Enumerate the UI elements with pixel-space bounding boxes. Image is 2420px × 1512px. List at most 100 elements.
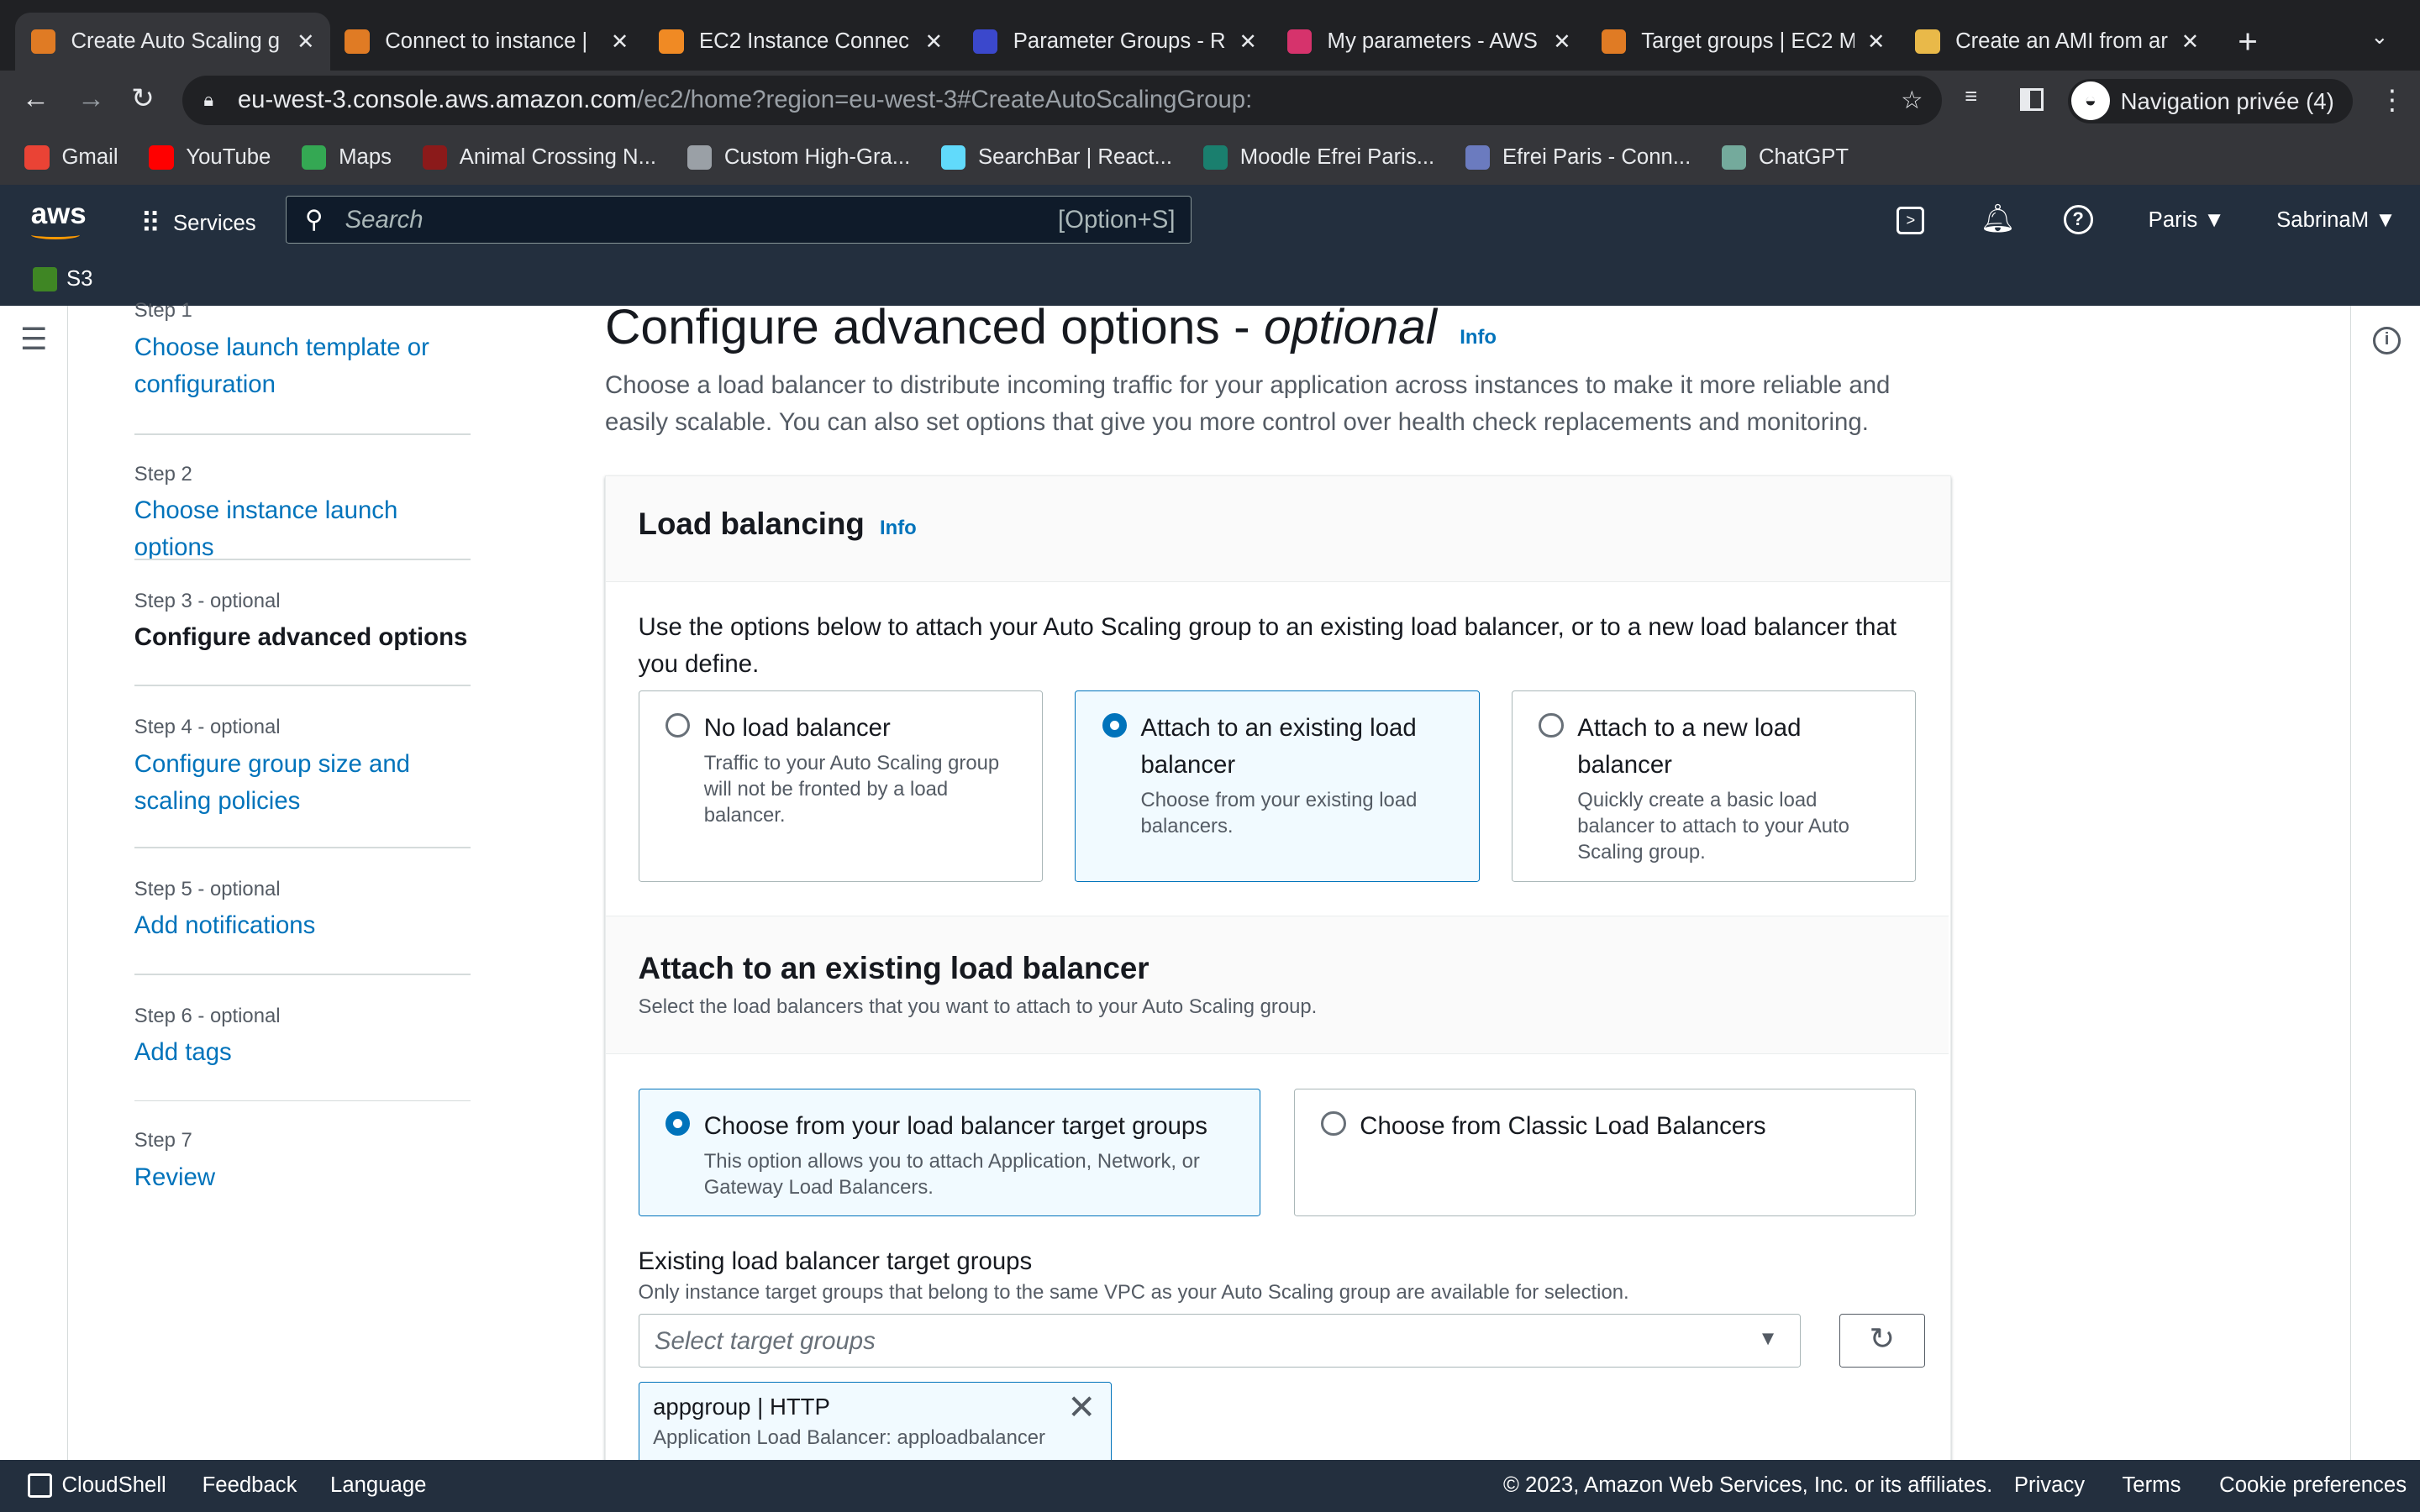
- wizard-step: Step 6 - optional Add tags: [134, 1005, 471, 1071]
- services-label: Services: [173, 211, 256, 235]
- browser-tab[interactable]: Create an AMI from ar ✕: [1900, 13, 2215, 71]
- address-bar[interactable]: 🔒︎ eu-west-3.console.aws.amazon.com/ec2/…: [182, 75, 1942, 125]
- info-link[interactable]: Info: [880, 517, 917, 539]
- tab-close-icon[interactable]: ✕: [925, 29, 944, 55]
- target-groups-select[interactable]: Select target groups ▼: [638, 1314, 1801, 1368]
- step-link[interactable]: Review: [134, 1159, 471, 1196]
- refresh-button[interactable]: ↻: [1839, 1314, 1926, 1368]
- feedback-link[interactable]: Feedback: [203, 1473, 297, 1498]
- tab-close-icon[interactable]: ✕: [2181, 29, 2200, 55]
- radio-button[interactable]: [1539, 712, 1564, 738]
- bookmark-item[interactable]: Animal Crossing N...: [422, 144, 657, 171]
- tab-title: Create Auto Scaling g: [71, 29, 281, 54]
- bookmark-item[interactable]: ChatGPT: [1721, 144, 1849, 171]
- source-option-tile[interactable]: Choose from Classic Load Balancers: [1294, 1088, 1917, 1217]
- browser-menu-icon[interactable]: ⋮: [2378, 83, 2406, 117]
- aws-search-input[interactable]: ⚲ Search [Option+S]: [285, 196, 1192, 244]
- terms-link[interactable]: Terms: [2122, 1473, 2181, 1498]
- bookmark-favicon-icon: [302, 144, 327, 171]
- bookmark-item[interactable]: YouTube: [149, 144, 271, 171]
- bookmark-label: Animal Crossing N...: [459, 144, 657, 169]
- wizard-step: Step 1 Choose launch template or configu…: [134, 299, 471, 403]
- step-divider: [134, 433, 471, 435]
- lb-option-tile[interactable]: No load balancer Traffic to your Auto Sc…: [638, 690, 1043, 882]
- reading-list-icon[interactable]: ≡: [1965, 85, 1977, 109]
- browser-tab[interactable]: Target groups | EC2 M ✕: [1586, 13, 1901, 71]
- back-icon[interactable]: ←: [22, 83, 50, 115]
- bookmark-item[interactable]: Maps: [302, 144, 392, 171]
- new-tab-button[interactable]: +: [2238, 22, 2258, 61]
- profile-chip[interactable]: ◒ Navigation privée (4): [2068, 78, 2353, 123]
- cloudshell-icon[interactable]: >: [1897, 207, 1925, 235]
- radio-button[interactable]: [665, 712, 691, 738]
- account-menu[interactable]: SabrinaM ▼: [2276, 208, 2396, 233]
- notifications-bell-icon[interactable]: 🔔︎: [1980, 202, 2015, 235]
- tab-list-chevron-icon[interactable]: ⌄: [2370, 24, 2389, 50]
- services-menu[interactable]: ⠿ Services: [140, 207, 255, 240]
- tab-close-icon[interactable]: ✕: [297, 29, 315, 55]
- bookmark-star-icon[interactable]: ☆: [1901, 86, 1923, 115]
- wizard-step: Step 7 Review: [134, 1129, 471, 1195]
- tab-close-icon[interactable]: ✕: [1553, 29, 1571, 55]
- bookmark-item[interactable]: Custom High-Gra...: [687, 144, 910, 171]
- lb-option-tile[interactable]: Attach to a new load balancer Quickly cr…: [1512, 690, 1917, 882]
- hamburger-menu-icon[interactable]: ☰: [20, 321, 48, 357]
- tab-close-icon[interactable]: ✕: [1239, 29, 1257, 55]
- browser-tab[interactable]: My parameters - AWS ✕: [1271, 13, 1586, 71]
- tab-close-icon[interactable]: ✕: [611, 29, 629, 55]
- side-panel-icon[interactable]: [2020, 87, 2044, 112]
- privacy-link[interactable]: Privacy: [2014, 1473, 2085, 1498]
- step-number: Step 1: [134, 299, 192, 323]
- favorite-s3[interactable]: S3: [32, 266, 92, 292]
- step-link[interactable]: Configure group size and scaling policie…: [134, 746, 471, 820]
- step-number: Step 2: [134, 463, 192, 486]
- tab-close-icon[interactable]: ✕: [1867, 29, 1886, 55]
- radio-button[interactable]: [665, 1110, 691, 1136]
- option-title: Choose from your load balancer target gr…: [703, 1111, 1207, 1140]
- cookie-preferences-link[interactable]: Cookie preferences: [2219, 1473, 2407, 1498]
- step-link[interactable]: Choose instance launch options: [134, 492, 471, 566]
- option-description: Quickly create a basic load balancer to …: [1577, 788, 1849, 864]
- language-link[interactable]: Language: [330, 1473, 426, 1498]
- search-icon: ⚲: [304, 206, 324, 234]
- bookmark-label: Moodle Efrei Paris...: [1239, 144, 1435, 169]
- option-description: This option allows you to attach Applica…: [703, 1149, 1200, 1199]
- step-link[interactable]: Choose launch template or configuration: [134, 329, 471, 403]
- aws-logo[interactable]: aws: [31, 197, 87, 231]
- tab-favicon-icon: [30, 29, 56, 55]
- tab-title: EC2 Instance Connec: [698, 29, 910, 54]
- bookmark-favicon-icon: [1202, 144, 1228, 171]
- select-placeholder: Select target groups: [654, 1326, 876, 1355]
- bookmark-label: YouTube: [186, 144, 271, 169]
- browser-tab[interactable]: Connect to instance | ✕: [329, 13, 644, 71]
- section-description: Select the load balancers that you want …: [638, 995, 1318, 1018]
- step-number: Step 5 - optional: [134, 878, 281, 901]
- existing-lb-header: Attach to an existing load balancer Sele…: [605, 916, 1949, 1055]
- load-balancing-panel: Load balancing Info Use the options belo…: [604, 475, 1951, 1494]
- step-link[interactable]: Add tags: [134, 1034, 471, 1071]
- region-selector[interactable]: Paris ▼: [2149, 208, 2225, 233]
- radio-button[interactable]: [1102, 712, 1127, 738]
- bookmark-item[interactable]: Efrei Paris - Conn...: [1465, 144, 1691, 171]
- info-link[interactable]: Info: [1460, 326, 1497, 349]
- forward-icon[interactable]: →: [77, 83, 105, 115]
- lb-option-tile[interactable]: Attach to an existing load balancer Choo…: [1075, 690, 1480, 882]
- browser-tab[interactable]: Parameter Groups - R ✕: [958, 13, 1273, 71]
- bookmark-item[interactable]: Moodle Efrei Paris...: [1202, 144, 1435, 171]
- step-number: Step 7: [134, 1129, 192, 1152]
- step-link[interactable]: Add notifications: [134, 907, 471, 944]
- bookmark-item[interactable]: SearchBar | React...: [940, 144, 1172, 171]
- help-icon[interactable]: ?: [2063, 205, 2093, 235]
- browser-tab[interactable]: EC2 Instance Connec ✕: [644, 13, 959, 71]
- reload-icon[interactable]: ↻: [131, 81, 155, 115]
- radio-button[interactable]: [1321, 1110, 1346, 1136]
- info-panel-icon[interactable]: i: [2372, 327, 2402, 355]
- remove-token-icon[interactable]: ✕: [1067, 1387, 1096, 1427]
- cloudshell-button[interactable]: CloudShell: [28, 1473, 166, 1499]
- source-option-tile[interactable]: Choose from your load balancer target gr…: [638, 1088, 1260, 1217]
- bookmark-favicon-icon: [422, 144, 448, 171]
- browser-tab[interactable]: Create Auto Scaling g ✕: [15, 12, 331, 71]
- option-title: Choose from Classic Load Balancers: [1360, 1111, 1766, 1140]
- target-groups-hint: Only instance target groups that belong …: [638, 1281, 1629, 1305]
- bookmark-item[interactable]: Gmail: [24, 144, 118, 171]
